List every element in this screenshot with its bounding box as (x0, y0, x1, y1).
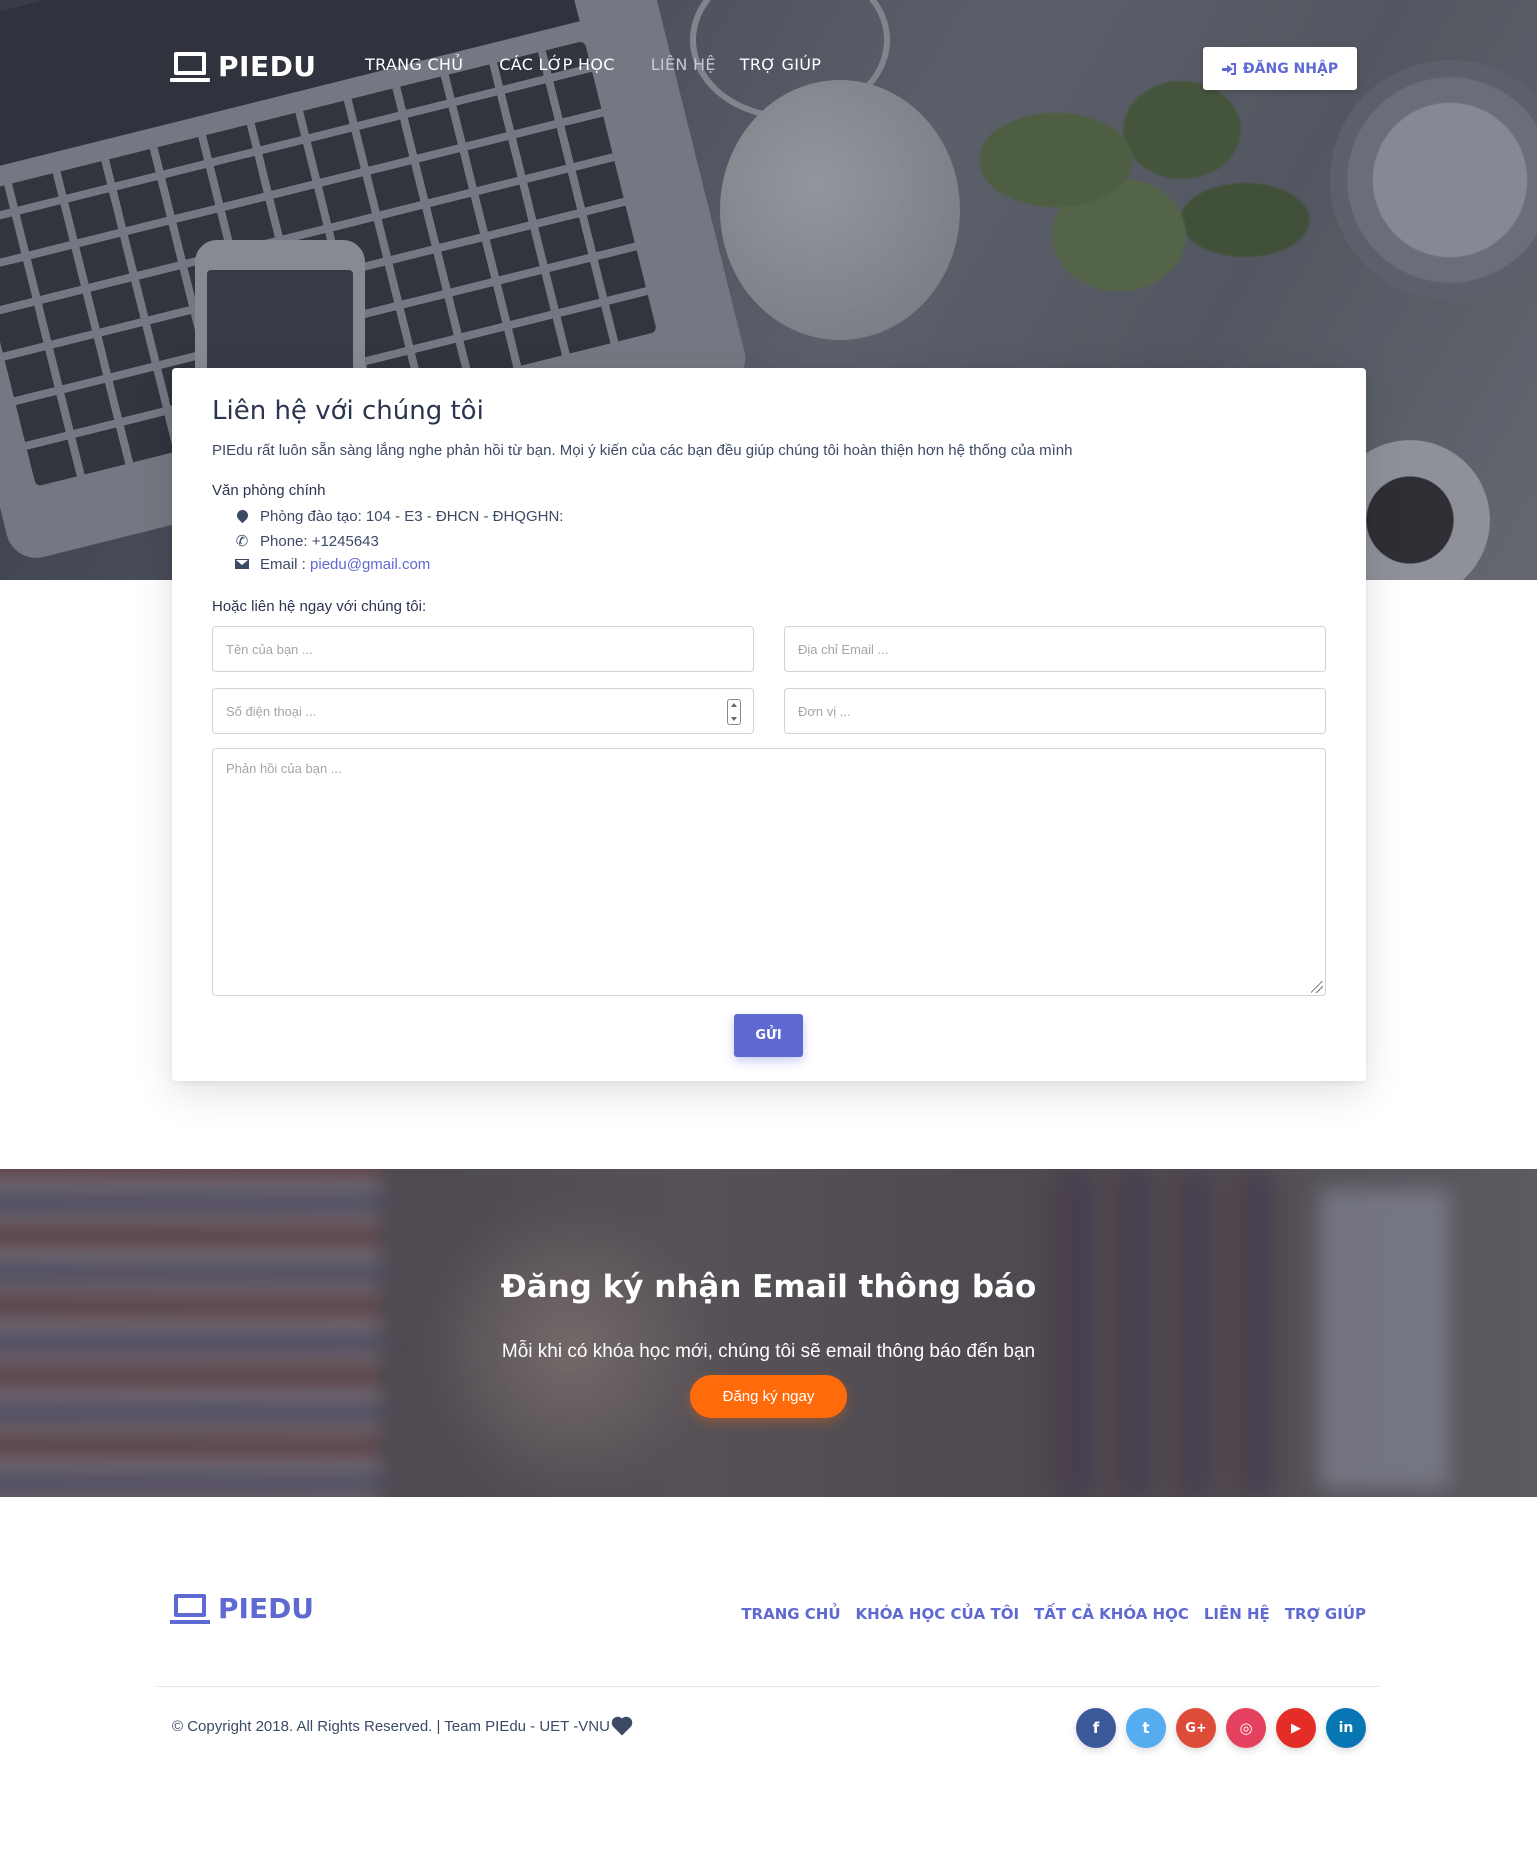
sign-in-icon (1221, 62, 1236, 75)
nav-link-classes[interactable]: CÁC LỚP HỌC (499, 55, 614, 74)
phone-line: ✆ Phone: +1245643 (234, 532, 379, 551)
phone-icon: ✆ (235, 533, 249, 550)
email-input[interactable] (798, 627, 1325, 671)
email-field[interactable] (784, 626, 1326, 672)
google-plus-icon[interactable]: G+ (1176, 1708, 1216, 1748)
laptop-icon (170, 1593, 210, 1624)
envelope-icon (234, 556, 250, 573)
feedback-textarea[interactable] (226, 761, 1312, 983)
office-title: Văn phòng chính (212, 482, 326, 499)
resize-handle[interactable] (1311, 981, 1323, 993)
contact-title: Liên hệ với chúng tôi (212, 396, 484, 426)
twitter-icon[interactable]: t (1126, 1708, 1166, 1748)
footer-brand-text: PIEDU (218, 1592, 315, 1625)
address-line: Phòng đào tạo: 104 - E3 - ĐHCN - ĐHQGHN: (234, 507, 564, 525)
send-button[interactable]: GỬI (734, 1014, 803, 1057)
facebook-icon[interactable]: f (1076, 1708, 1116, 1748)
subscribe-title: Đăng ký nhận Email thông báo (500, 1269, 1037, 1305)
email-line: Email : piedu@gmail.com (234, 556, 430, 573)
login-button[interactable]: ĐĂNG NHẬP (1203, 47, 1357, 90)
copyright: © Copyright 2018. All Rights Reserved. |… (172, 1718, 631, 1735)
copyright-text: © Copyright 2018. All Rights Reserved. |… (172, 1718, 610, 1735)
footer-link-my-courses[interactable]: KHÓA HỌC CỦA TÔI (856, 1605, 1019, 1623)
nav-links: TRANG CHỦ CÁC LỚP HỌC LIÊN HỆ TRỢ GIÚP (365, 55, 857, 74)
linkedin-icon[interactable]: in (1326, 1708, 1366, 1748)
name-input[interactable] (226, 627, 753, 671)
nav-link-contact[interactable]: LIÊN HỆ (651, 55, 716, 74)
contact-now-label: Hoặc liên hệ ngay với chúng tôi: (212, 598, 427, 615)
subscribe-button[interactable]: Đăng ký ngay (690, 1375, 847, 1418)
heart-icon (613, 1718, 631, 1735)
feedback-field[interactable] (212, 748, 1326, 996)
footer-link-home[interactable]: TRANG CHỦ (741, 1605, 840, 1623)
brand-logo[interactable]: PIEDU (170, 50, 317, 83)
footer-brand-logo[interactable]: PIEDU (170, 1592, 315, 1625)
phone-text: Phone: +1245643 (260, 532, 379, 550)
footer-link-help[interactable]: TRỢ GIÚP (1285, 1605, 1366, 1623)
nav-link-home[interactable]: TRANG CHỦ (365, 55, 463, 74)
phone-input[interactable] (226, 689, 753, 733)
subscribe-description: Mỗi khi có khóa học mới, chúng tôi sẽ em… (501, 1341, 1036, 1362)
unit-field[interactable] (784, 688, 1326, 734)
number-spinner[interactable] (727, 699, 741, 725)
nav-link-help[interactable]: TRỢ GIÚP (740, 55, 821, 74)
brand-text: PIEDU (218, 50, 317, 83)
phone-field[interactable] (212, 688, 754, 734)
youtube-icon[interactable]: ▶ (1276, 1708, 1316, 1748)
footer-link-contact[interactable]: LIÊN HỆ (1204, 1605, 1270, 1623)
contact-card: Liên hệ với chúng tôi PIEdu rất luôn sẵn… (172, 368, 1366, 1081)
email-label: Email : (260, 556, 311, 573)
login-button-label: ĐĂNG NHẬP (1242, 60, 1339, 77)
footer-links: TRANG CHỦ KHÓA HỌC CỦA TÔI TẤT CẢ KHÓA H… (726, 1605, 1366, 1623)
contact-description: PIEdu rất luôn sẵn sàng lắng nghe phản h… (212, 442, 1073, 459)
name-field[interactable] (212, 626, 754, 672)
email-link[interactable]: piedu@gmail.com (310, 556, 430, 573)
subscribe-section: Đăng ký nhận Email thông báo Mỗi khi có … (0, 1169, 1537, 1497)
footer-divider (157, 1686, 1380, 1687)
address-text: Phòng đào tạo: 104 - E3 - ĐHCN - ĐHQGHN: (260, 508, 564, 525)
unit-input[interactable] (798, 689, 1325, 733)
map-marker-icon (234, 507, 250, 525)
top-navbar: PIEDU TRANG CHỦ CÁC LỚP HỌC LIÊN HỆ TRỢ … (0, 0, 1537, 130)
social-links: f t G+ ◎ ▶ in (1076, 1708, 1376, 1748)
instagram-icon[interactable]: ◎ (1226, 1708, 1266, 1748)
laptop-icon (170, 51, 210, 82)
footer-link-all-courses[interactable]: TẤT CẢ KHÓA HỌC (1034, 1605, 1189, 1623)
